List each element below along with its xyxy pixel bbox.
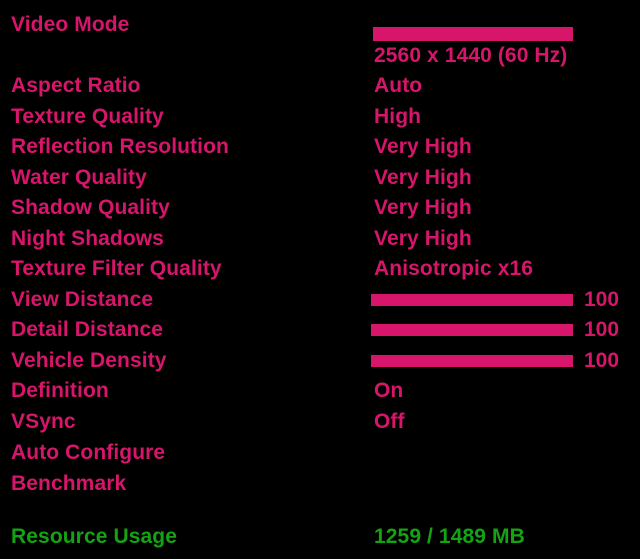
slider-fill-detail-distance [371, 324, 573, 336]
setting-row-auto-configure[interactable]: Auto Configure [0, 438, 640, 468]
setting-row-night-shadows[interactable]: Night Shadows Very High [0, 224, 640, 254]
setting-row-benchmark[interactable]: Benchmark [0, 469, 640, 499]
slider-value-view-distance: 100 [584, 288, 620, 311]
setting-value-night-shadows[interactable]: Very High [374, 224, 472, 254]
setting-value-shadow-quality[interactable]: Very High [374, 193, 472, 223]
setting-label-detail-distance: Detail Distance [11, 318, 164, 341]
setting-row-aspect-ratio[interactable]: Aspect Ratio Auto [0, 71, 640, 101]
setting-value-video-mode: 2560 x 1440 (60 Hz) [374, 44, 568, 67]
setting-row-vsync[interactable]: VSync Off [0, 407, 640, 437]
setting-label-texture-quality: Texture Quality [11, 105, 164, 128]
setting-label-video-mode: Video Mode [11, 13, 130, 36]
setting-value-vsync[interactable]: Off [374, 407, 405, 437]
setting-label-reflection-resolution: Reflection Resolution [11, 135, 229, 158]
setting-row-view-distance[interactable]: View Distance 100 [0, 285, 640, 315]
setting-row-detail-distance[interactable]: Detail Distance 100 [0, 315, 640, 345]
setting-label-shadow-quality: Shadow Quality [11, 196, 170, 219]
slider-track-vehicle-density[interactable] [371, 355, 573, 367]
slider-fill-vehicle-density [371, 355, 573, 367]
slider-value-vehicle-density: 100 [584, 349, 620, 372]
graphics-settings-screen: Video Mode 2560 x 1440 (60 Hz) Aspect Ra… [0, 0, 640, 559]
benchmark-button[interactable]: Benchmark [11, 469, 126, 499]
slider-track-view-distance[interactable] [371, 294, 573, 306]
resource-usage-value: 1259 / 1489 MB [374, 525, 525, 548]
setting-label-water-quality: Water Quality [11, 166, 147, 189]
setting-row-video-mode[interactable]: Video Mode [0, 10, 640, 41]
setting-value-definition[interactable]: On [374, 376, 403, 406]
auto-configure-button[interactable]: Auto Configure [11, 438, 165, 468]
setting-label-vehicle-density: Vehicle Density [11, 349, 167, 372]
setting-row-water-quality[interactable]: Water Quality Very High [0, 163, 640, 193]
slider-track-detail-distance[interactable] [371, 324, 573, 336]
setting-value-water-quality[interactable]: Very High [374, 163, 472, 193]
resource-usage-label: Resource Usage [11, 525, 177, 548]
setting-label-definition: Definition [11, 379, 109, 402]
setting-label-vsync: VSync [11, 410, 76, 433]
setting-row-reflection-resolution[interactable]: Reflection Resolution Very High [0, 132, 640, 162]
setting-row-texture-filter-quality[interactable]: Texture Filter Quality Anisotropic x16 [0, 254, 640, 284]
setting-label-aspect-ratio: Aspect Ratio [11, 74, 141, 97]
setting-label-night-shadows: Night Shadows [11, 227, 164, 250]
setting-label-texture-filter-quality: Texture Filter Quality [11, 257, 222, 280]
video-mode-selector-bar[interactable] [373, 27, 573, 41]
setting-value-texture-filter-quality[interactable]: Anisotropic x16 [374, 254, 533, 284]
slider-value-detail-distance: 100 [584, 318, 620, 341]
setting-value-reflection-resolution[interactable]: Very High [374, 132, 472, 162]
setting-label-view-distance: View Distance [11, 288, 154, 311]
setting-row-vehicle-density[interactable]: Vehicle Density 100 [0, 346, 640, 376]
setting-row-definition[interactable]: Definition On [0, 376, 640, 406]
setting-value-aspect-ratio[interactable]: Auto [374, 71, 422, 101]
setting-row-texture-quality[interactable]: Texture Quality High [0, 102, 640, 132]
slider-fill-view-distance [371, 294, 573, 306]
setting-row-shadow-quality[interactable]: Shadow Quality Very High [0, 193, 640, 223]
resource-usage-row: Resource Usage 1259 / 1489 MB [0, 522, 640, 552]
setting-row-video-mode-value: 2560 x 1440 (60 Hz) [0, 41, 640, 71]
setting-value-texture-quality[interactable]: High [374, 102, 421, 132]
